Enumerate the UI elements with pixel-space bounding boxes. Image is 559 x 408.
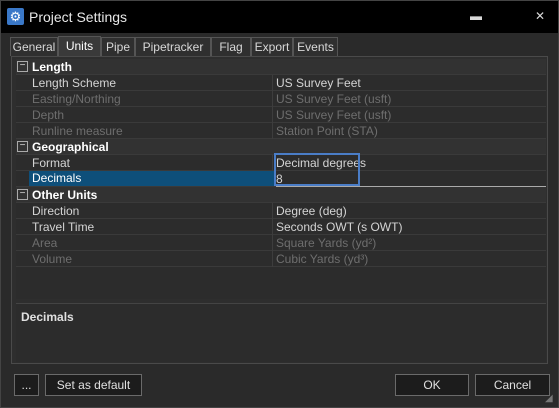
ok-button[interactable]: OK	[395, 374, 469, 396]
property-row-volume: Volume Cubic Yards (yd³)	[16, 251, 546, 267]
category-label: Other Units	[32, 188, 98, 202]
minimize-button[interactable]: ▬	[467, 7, 485, 25]
property-row-area: Area Square Yards (yd²)	[16, 235, 546, 251]
property-row-easting-northing: Easting/Northing US Survey Feet (usft)	[16, 91, 546, 107]
settings-gear-icon: ⚙	[7, 8, 24, 25]
cancel-button[interactable]: Cancel	[475, 374, 550, 396]
column-divider	[272, 155, 273, 171]
focus-highlight	[274, 153, 360, 186]
tab-units[interactable]: Units	[58, 36, 101, 57]
title-bar[interactable]: ⚙ Project Settings ▬ ✕	[1, 1, 558, 33]
property-value[interactable]: Seconds OWT (s OWT)	[276, 220, 402, 234]
category-label: Geographical	[32, 140, 109, 154]
property-row-direction[interactable]: Direction Degree (deg)	[16, 203, 546, 219]
property-name: Easting/Northing	[32, 92, 121, 106]
column-divider	[272, 75, 273, 91]
column-divider	[272, 91, 273, 107]
category-other-units[interactable]: − Other Units	[16, 187, 546, 203]
tab-events[interactable]: Events	[293, 37, 338, 56]
tab-pipe[interactable]: Pipe	[101, 37, 135, 56]
project-settings-window: ⚙ Project Settings ▬ ✕ General Units Pip…	[0, 0, 559, 408]
property-value[interactable]: US Survey Feet	[276, 76, 361, 90]
column-divider	[272, 107, 273, 123]
property-value: Square Yards (yd²)	[276, 236, 377, 250]
column-divider	[272, 235, 273, 251]
property-value: Cubic Yards (yd³)	[276, 252, 369, 266]
category-label: Length	[32, 60, 72, 74]
collapse-icon[interactable]: −	[17, 189, 28, 200]
collapse-icon[interactable]: −	[17, 61, 28, 72]
property-name-selected: Decimals	[29, 171, 276, 186]
column-divider	[272, 251, 273, 267]
property-name: Length Scheme	[32, 76, 117, 90]
description-pane: Decimals	[16, 303, 546, 362]
property-value: US Survey Feet (usft)	[276, 108, 392, 122]
tab-export[interactable]: Export	[251, 37, 293, 56]
property-value[interactable]: Degree (deg)	[276, 204, 347, 218]
resize-grip-icon[interactable]: ◢	[545, 394, 555, 404]
property-name: Volume	[32, 252, 73, 266]
property-name: Format	[32, 156, 71, 170]
more-button[interactable]: ...	[14, 374, 39, 396]
property-row-length-scheme[interactable]: Length Scheme US Survey Feet	[16, 75, 546, 91]
collapse-icon[interactable]: −	[17, 141, 28, 152]
description-title: Decimals	[21, 310, 74, 324]
category-length[interactable]: − Length	[16, 59, 546, 75]
property-row-runline-measure: Runline measure Station Point (STA)	[16, 123, 546, 139]
column-divider	[272, 219, 273, 235]
close-button[interactable]: ✕	[531, 7, 549, 25]
tab-flag[interactable]: Flag	[211, 37, 251, 56]
column-divider	[272, 123, 273, 139]
property-row-depth: Depth US Survey Feet (usft)	[16, 107, 546, 123]
property-name: Direction	[32, 204, 80, 218]
set-as-default-button[interactable]: Set as default	[45, 374, 142, 396]
property-name: Travel Time	[32, 220, 95, 234]
tab-pipetracker[interactable]: Pipetracker	[135, 37, 211, 56]
window-title: Project Settings	[29, 9, 128, 25]
property-value: US Survey Feet (usft)	[276, 92, 392, 106]
tab-general[interactable]: General	[10, 37, 58, 56]
property-value: Station Point (STA)	[276, 124, 378, 138]
column-divider	[272, 203, 273, 219]
property-name: Area	[32, 236, 58, 250]
property-row-travel-time[interactable]: Travel Time Seconds OWT (s OWT)	[16, 219, 546, 235]
property-name: Runline measure	[32, 124, 123, 138]
edit-underline	[276, 186, 546, 187]
property-name: Depth	[32, 108, 65, 122]
